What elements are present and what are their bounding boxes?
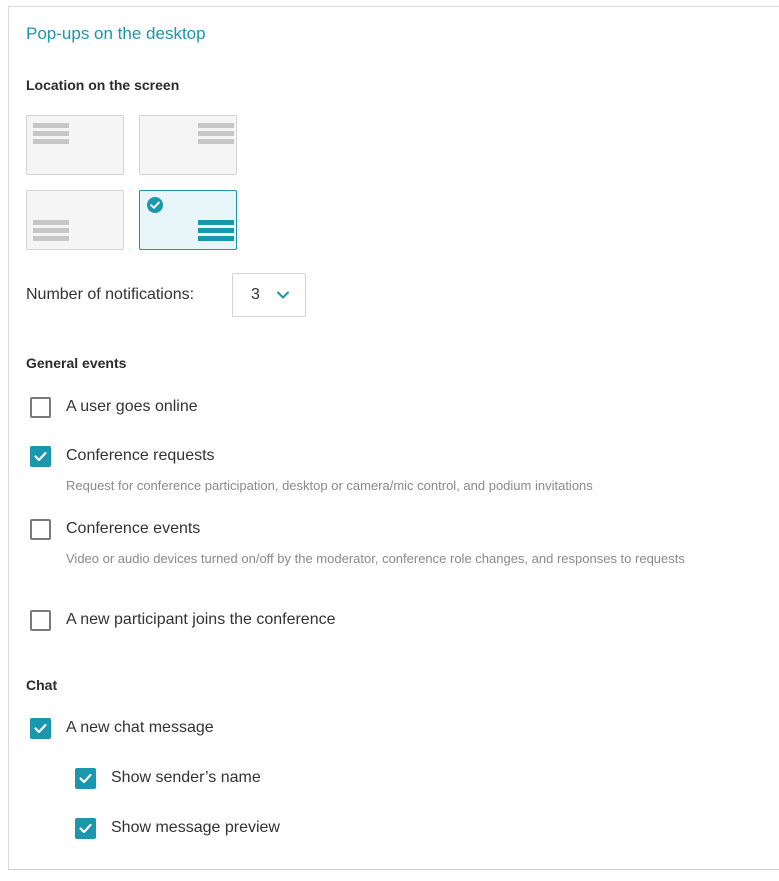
user-online-checkbox[interactable] xyxy=(30,397,51,418)
notifications-count-value: 3 xyxy=(251,286,260,303)
conference-events-checkbox[interactable] xyxy=(30,519,51,540)
new-participant-checkbox[interactable] xyxy=(30,610,51,631)
location-bottom-right-option[interactable] xyxy=(139,190,237,250)
section-title: Pop-ups on the desktop xyxy=(26,24,206,43)
conference-requests-description: Request for conference participation, de… xyxy=(66,478,593,493)
selected-check-icon xyxy=(147,197,163,213)
bars-icon xyxy=(33,220,69,244)
conference-events-label: Conference events xyxy=(66,520,201,537)
new-chat-message-label: A new chat message xyxy=(66,719,214,736)
chevron-down-icon xyxy=(276,288,290,307)
new-chat-message-checkbox[interactable] xyxy=(30,718,51,739)
checkmark-icon xyxy=(34,451,47,462)
bars-icon xyxy=(198,220,234,244)
conference-requests-label: Conference requests xyxy=(66,447,215,464)
checkmark-icon xyxy=(79,773,92,784)
conference-events-description: Video or audio devices turned on/off by … xyxy=(66,551,685,566)
checkmark-icon xyxy=(79,823,92,834)
bars-icon xyxy=(198,123,234,147)
show-message-preview-checkbox[interactable] xyxy=(75,818,96,839)
notifications-count-label: Number of notifications: xyxy=(26,286,195,303)
show-sender-name-checkbox[interactable] xyxy=(75,768,96,789)
chat-heading: Chat xyxy=(26,677,58,693)
checkmark-icon xyxy=(34,723,47,734)
notifications-count-select[interactable]: 3 xyxy=(232,273,306,317)
new-participant-label: A new participant joins the conference xyxy=(66,611,336,628)
user-online-label: A user goes online xyxy=(66,398,198,415)
general-events-heading: General events xyxy=(26,355,127,371)
show-sender-name-label: Show sender’s name xyxy=(111,769,261,786)
location-heading: Location on the screen xyxy=(26,77,180,93)
show-message-preview-label: Show message preview xyxy=(111,819,280,836)
location-top-left-option[interactable] xyxy=(26,115,124,175)
bars-icon xyxy=(33,123,69,147)
location-top-right-option[interactable] xyxy=(139,115,237,175)
location-bottom-left-option[interactable] xyxy=(26,190,124,250)
conference-requests-checkbox[interactable] xyxy=(30,446,51,467)
